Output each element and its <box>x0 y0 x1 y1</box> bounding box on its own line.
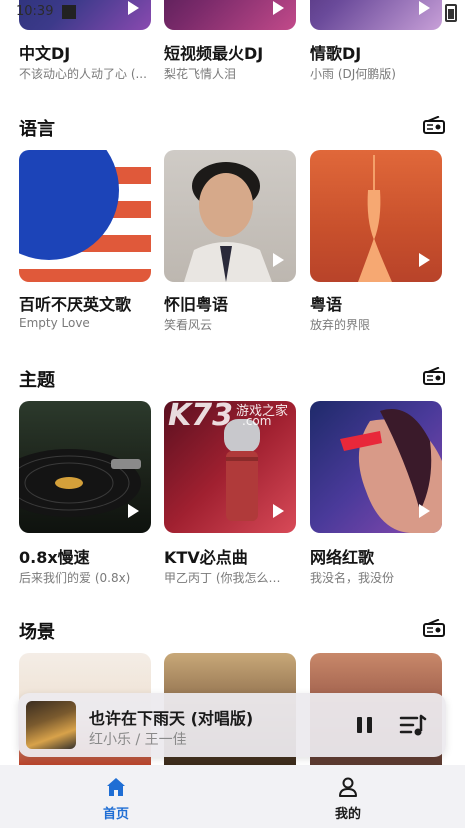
playlist-title: 网络红歌 <box>310 548 375 567</box>
now-playing-artist: 红小乐 / 王一佳 <box>89 732 187 748</box>
nav-mine-label: 我的 <box>334 807 361 822</box>
section-title-scene: 场景 <box>19 622 55 643</box>
nav-home[interactable]: 首页 <box>56 765 176 828</box>
play-icon[interactable] <box>273 1 284 15</box>
nav-home-label: 首页 <box>102 807 129 822</box>
radio-icon[interactable] <box>423 116 445 134</box>
bottom-nav: 首页 我的 <box>0 765 465 828</box>
section-title-theme: 主题 <box>19 370 55 391</box>
radio-icon[interactable] <box>423 367 445 385</box>
playlist-title: KTV必点曲 <box>164 548 248 567</box>
playlist-subtitle: 甲乙丙丁 (你我怎么… <box>164 571 281 585</box>
play-icon[interactable] <box>273 504 284 518</box>
play-icon[interactable] <box>273 253 284 267</box>
nav-mine[interactable]: 我的 <box>288 765 408 828</box>
play-icon[interactable] <box>419 253 430 267</box>
playlist-cover <box>310 401 442 533</box>
playlist-subtitle: 后来我们的爱 (0.8x) <box>19 571 131 585</box>
battery-icon <box>445 4 457 22</box>
playlist-title: 粤语 <box>310 295 343 314</box>
playlist-cover <box>310 150 442 282</box>
play-icon[interactable] <box>128 253 139 267</box>
play-icon[interactable] <box>419 1 430 15</box>
playlist-subtitle: 笑看风云 <box>164 318 213 332</box>
playlist-title: 情歌DJ <box>310 44 362 63</box>
watermark-dom: .com <box>242 414 272 428</box>
play-icon[interactable] <box>128 1 139 15</box>
play-icon[interactable] <box>419 504 430 518</box>
section-title-language: 语言 <box>19 119 55 140</box>
now-playing-title: 也许在下雨天 (对唱版) <box>89 709 254 728</box>
pause-button[interactable] <box>355 715 375 735</box>
playlist-subtitle: 梨花飞情人泪 <box>164 67 237 81</box>
person-icon <box>339 777 357 797</box>
playlist-subtitle: 我没名，我没份 <box>310 571 395 585</box>
playlist-cover <box>19 0 151 30</box>
playlist-title: 百听不厌英文歌 <box>19 295 132 314</box>
pause-icon <box>367 717 372 733</box>
playlist-title: 怀旧粤语 <box>164 295 229 314</box>
playlist-cover <box>310 0 442 30</box>
pause-icon <box>357 717 362 733</box>
playlist-cover <box>164 150 296 282</box>
playlist-cover <box>164 0 296 30</box>
playlist-title: 中文DJ <box>19 44 71 63</box>
home-icon <box>107 778 125 796</box>
playlist-cover <box>19 401 151 533</box>
radio-icon[interactable] <box>423 619 445 637</box>
mini-player[interactable]: 也许在下雨天 (对唱版) 红小乐 / 王一佳 <box>18 693 446 757</box>
now-playing-cover[interactable] <box>26 701 76 749</box>
playlist-subtitle: 放弃的界限 <box>310 318 371 332</box>
playlist-queue-icon[interactable] <box>399 713 427 737</box>
playlist-title: 0.8x慢速 <box>19 548 90 567</box>
playlist-cover <box>19 150 151 282</box>
playlist-subtitle: 小雨 (DJ何鹏版) <box>310 67 396 81</box>
playlist-subtitle: 不该动心的人动了心 (... <box>19 67 147 81</box>
playlist-title: 短视频最火DJ <box>164 44 264 63</box>
watermark-main: K73 <box>168 398 233 433</box>
play-icon[interactable] <box>128 504 139 518</box>
playlist-subtitle: Empty Love <box>19 316 90 330</box>
